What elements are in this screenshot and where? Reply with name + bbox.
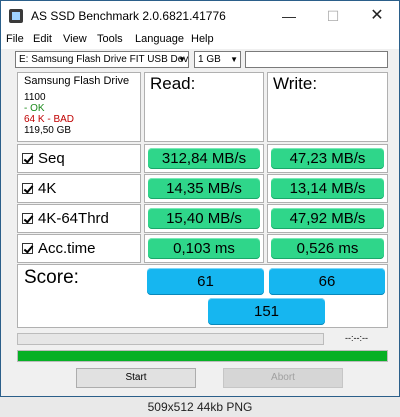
4k-read-value: 14,35 MB/s bbox=[148, 178, 260, 199]
size-select-value: 1 GB bbox=[198, 54, 221, 65]
acctime-read-value: 0,103 ms bbox=[148, 238, 260, 259]
4k64-read-cell: 15,40 MB/s bbox=[144, 204, 264, 233]
seq-read-cell: 312,84 MB/s bbox=[144, 144, 264, 173]
drive-firmware: 1100 bbox=[24, 92, 46, 103]
title-bar[interactable]: AS SSD Benchmark 2.0.6821.41776 — ☐ ✕ bbox=[1, 1, 399, 31]
seq-read-value: 312,84 MB/s bbox=[148, 148, 260, 169]
drive-info-panel: Samsung Flash Drive 1100 - OK 64 K - BAD… bbox=[17, 72, 141, 142]
acctime-read-cell: 0,103 ms bbox=[144, 234, 264, 263]
size-select[interactable]: 1 GB ▼ bbox=[194, 51, 241, 68]
seq-write-cell: 47,23 MB/s bbox=[267, 144, 388, 173]
menu-file[interactable]: File bbox=[6, 33, 24, 45]
menu-help[interactable]: Help bbox=[191, 33, 214, 45]
score-panel: Score: 61 66 151 bbox=[17, 264, 388, 328]
row-label: 4K-64Thrd bbox=[38, 210, 109, 227]
total-progress-fill bbox=[18, 351, 387, 361]
write-header: Write: bbox=[267, 72, 388, 142]
score-read: 61 bbox=[147, 268, 264, 295]
4k-read-cell: 14,35 MB/s bbox=[144, 174, 264, 203]
minimize-button[interactable]: — bbox=[267, 1, 311, 31]
window-title: AS SSD Benchmark 2.0.6821.41776 bbox=[31, 9, 226, 23]
close-button[interactable]: ✕ bbox=[355, 1, 399, 31]
abort-button[interactable]: Abort bbox=[223, 368, 343, 388]
score-write: 66 bbox=[269, 268, 385, 295]
image-caption: 509x512 44kb PNG bbox=[0, 397, 400, 417]
4k64-write-cell: 47,92 MB/s bbox=[267, 204, 388, 233]
4k64-read-value: 15,40 MB/s bbox=[148, 208, 260, 229]
row-acctime-toggle[interactable]: Acc.time bbox=[17, 234, 141, 263]
drive-status-bad: 64 K - BAD bbox=[24, 114, 75, 125]
maximize-button[interactable]: ☐ bbox=[311, 1, 355, 31]
read-header-label: Read: bbox=[150, 74, 196, 93]
checkbox-checked-icon[interactable] bbox=[22, 213, 33, 224]
seq-write-value: 47,23 MB/s bbox=[271, 148, 384, 169]
drive-select-value: E: Samsung Flash Drive FIT USB Device bbox=[19, 54, 189, 65]
score-total: 151 bbox=[208, 298, 325, 325]
test-progress-bar bbox=[17, 333, 324, 345]
menu-language[interactable]: Language bbox=[135, 33, 184, 45]
app-icon bbox=[9, 9, 23, 23]
4k64-write-value: 47,92 MB/s bbox=[271, 208, 384, 229]
4k-write-cell: 13,14 MB/s bbox=[267, 174, 388, 203]
acctime-write-cell: 0,526 ms bbox=[267, 234, 388, 263]
row-label: Seq bbox=[38, 150, 65, 167]
checkbox-checked-icon[interactable] bbox=[22, 243, 33, 254]
menu-view[interactable]: View bbox=[63, 33, 87, 45]
acctime-write-value: 0,526 ms bbox=[271, 238, 384, 259]
drive-status-ok: - OK bbox=[24, 103, 45, 114]
start-button[interactable]: Start bbox=[76, 368, 196, 388]
text-field[interactable] bbox=[245, 51, 388, 68]
chevron-down-icon: ▼ bbox=[230, 55, 238, 64]
checkbox-checked-icon[interactable] bbox=[22, 153, 33, 164]
4k-write-value: 13,14 MB/s bbox=[271, 178, 384, 199]
score-label: Score: bbox=[24, 267, 79, 288]
elapsed-timer: --:--:-- bbox=[345, 333, 368, 343]
drive-name: Samsung Flash Drive bbox=[24, 75, 130, 87]
row-label: 4K bbox=[38, 180, 57, 197]
drive-select[interactable]: E: Samsung Flash Drive FIT USB Device ▼ bbox=[15, 51, 189, 68]
app-window: AS SSD Benchmark 2.0.6821.41776 — ☐ ✕ Fi… bbox=[0, 0, 400, 397]
row-seq-toggle[interactable]: Seq bbox=[17, 144, 141, 173]
row-4k-toggle[interactable]: 4K bbox=[17, 174, 141, 203]
toolbar: E: Samsung Flash Drive FIT USB Device ▼ … bbox=[1, 49, 399, 71]
menu-tools[interactable]: Tools bbox=[97, 33, 123, 45]
row-label: Acc.time bbox=[38, 240, 96, 257]
drive-capacity: 119,50 GB bbox=[24, 125, 72, 136]
menu-edit[interactable]: Edit bbox=[33, 33, 52, 45]
checkbox-checked-icon[interactable] bbox=[22, 183, 33, 194]
write-header-label: Write: bbox=[273, 74, 318, 93]
menu-bar: File Edit View Tools Language Help bbox=[1, 31, 399, 49]
chevron-down-icon: ▼ bbox=[178, 55, 186, 64]
read-header: Read: bbox=[144, 72, 264, 142]
row-4k64-toggle[interactable]: 4K-64Thrd bbox=[17, 204, 141, 233]
total-progress-bar bbox=[17, 350, 388, 362]
